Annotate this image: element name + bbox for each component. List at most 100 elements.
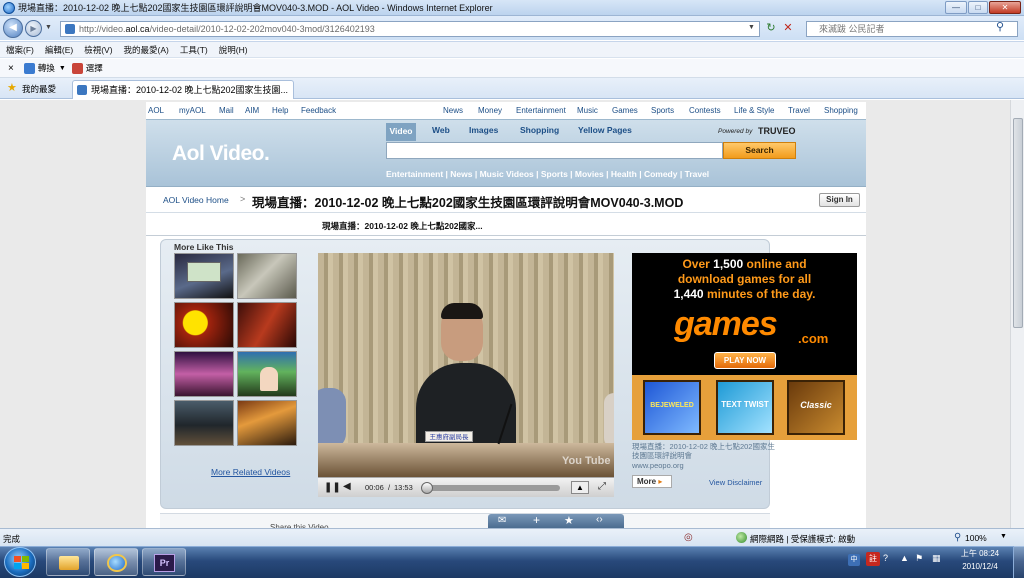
video-source[interactable]: www.peopo.org: [632, 461, 684, 470]
related-thumbnail[interactable]: [174, 351, 234, 397]
taskbar-explorer[interactable]: [46, 548, 90, 576]
embed-icon[interactable]: ‹›: [596, 514, 603, 525]
maximize-button[interactable]: □: [968, 1, 988, 14]
close-button[interactable]: ✕: [989, 1, 1021, 14]
progress-knob[interactable]: [421, 482, 433, 494]
cat-health[interactable]: Health: [611, 169, 637, 179]
nav-aol[interactable]: AOL: [148, 106, 164, 115]
tray-help-icon[interactable]: ?: [883, 553, 888, 563]
related-thumbnail[interactable]: [237, 253, 297, 299]
nav-contests[interactable]: Contests: [689, 106, 721, 115]
zoom-dropdown[interactable]: ▼: [1000, 533, 1007, 540]
toolbar-close-icon[interactable]: ×: [8, 63, 14, 74]
nav-myaol[interactable]: myAOL: [179, 106, 206, 115]
nav-games[interactable]: Games: [612, 106, 638, 115]
vertical-scrollbar[interactable]: [1010, 100, 1024, 528]
security-icon[interactable]: ◎: [684, 532, 693, 543]
search-tab-video[interactable]: Video: [386, 123, 416, 141]
nav-news[interactable]: News: [443, 106, 463, 115]
cat-news[interactable]: News: [450, 169, 472, 179]
tray-flag-icon[interactable]: ⚑: [915, 553, 923, 564]
games-advertisement[interactable]: Over 1,500 online and download games for…: [632, 253, 857, 440]
forward-button[interactable]: ▶: [25, 20, 42, 37]
security-zone-text[interactable]: 網際網路 | 受保護模式: 啟動: [750, 533, 855, 545]
refresh-icon[interactable]: ↻: [763, 21, 779, 37]
video-frame[interactable]: 王惠府副局長 You Tube: [318, 253, 614, 477]
video-search-button[interactable]: Search: [723, 142, 796, 159]
nav-mail[interactable]: Mail: [219, 106, 234, 115]
cat-music-videos[interactable]: Music Videos: [480, 169, 534, 179]
menu-file[interactable]: 檔案(F): [6, 44, 34, 56]
nav-help[interactable]: Help: [272, 106, 288, 115]
related-thumbnail[interactable]: [237, 302, 297, 348]
menu-edit[interactable]: 編輯(E): [45, 44, 73, 56]
tray-date[interactable]: 2010/12/4: [950, 562, 1010, 571]
start-button[interactable]: [4, 547, 36, 577]
cat-sports[interactable]: Sports: [541, 169, 568, 179]
related-thumbnail[interactable]: [174, 302, 234, 348]
browser-tab[interactable]: 現場直播：2010-12-02 晚上七點202國家生技園...: [72, 80, 294, 99]
cat-comedy[interactable]: Comedy: [644, 169, 678, 179]
search-tab-images[interactable]: Images: [469, 125, 498, 135]
translate-dropdown[interactable]: ▼: [59, 65, 66, 72]
nav-life-style[interactable]: Life & Style: [734, 106, 774, 115]
tray-network-icon[interactable]: ▦: [932, 553, 941, 564]
nav-money[interactable]: Money: [478, 106, 502, 115]
cat-entertainment[interactable]: Entertainment: [386, 169, 443, 179]
recent-pages-dropdown[interactable]: ▼: [45, 24, 52, 31]
tray-arrow-icon[interactable]: ▲: [900, 553, 909, 563]
cat-movies[interactable]: Movies: [575, 169, 604, 179]
search-icon[interactable]: ⚲: [996, 20, 1004, 33]
volume-icon[interactable]: ◀: [343, 481, 351, 492]
related-thumbnail[interactable]: [174, 400, 234, 446]
sign-in-button[interactable]: Sign In: [819, 193, 860, 207]
related-thumbnail[interactable]: [237, 351, 297, 397]
add-icon[interactable]: +: [533, 513, 540, 527]
search-tab-web[interactable]: Web: [432, 125, 450, 135]
nav-shopping[interactable]: Shopping: [824, 106, 858, 115]
favorite-star-icon[interactable]: ★: [564, 514, 574, 527]
menu-tools[interactable]: 工具(T): [180, 44, 208, 56]
pause-icon[interactable]: ❚❚: [324, 482, 341, 493]
translate-button[interactable]: 轉換: [38, 62, 55, 74]
view-disclaimer-link[interactable]: View Disclaimer: [709, 478, 762, 487]
scroll-thumb[interactable]: [1013, 118, 1023, 328]
taskbar-internet-explorer[interactable]: [94, 548, 138, 576]
play-now-button[interactable]: PLAY NOW: [714, 352, 776, 369]
address-input[interactable]: http://video.aol.ca/video-detail/2010-12…: [60, 21, 760, 37]
select-button[interactable]: 選擇: [86, 62, 103, 74]
game-tile-text-twist[interactable]: TEXT TWIST: [716, 380, 774, 435]
more-button[interactable]: More ▸: [632, 475, 672, 488]
game-tile-classic[interactable]: Classic: [787, 380, 845, 435]
related-thumbnail[interactable]: [174, 253, 234, 299]
menu-view[interactable]: 檢視(V): [84, 44, 112, 56]
zoom-level[interactable]: 100%: [965, 533, 987, 543]
collapse-icon[interactable]: ▲: [571, 481, 589, 494]
menu-favorites[interactable]: 我的最愛(A): [124, 44, 169, 56]
favorites-button[interactable]: 我的最愛: [22, 83, 56, 95]
email-icon[interactable]: ✉: [498, 515, 506, 526]
nav-aim[interactable]: AIM: [245, 106, 259, 115]
back-button[interactable]: ◀: [3, 18, 23, 38]
nav-entertainment[interactable]: Entertainment: [516, 106, 566, 115]
search-input[interactable]: 來滅跋 公民記者: [806, 21, 1018, 37]
minimize-button[interactable]: —: [945, 1, 967, 14]
related-thumbnail[interactable]: [237, 400, 297, 446]
nav-feedback[interactable]: Feedback: [301, 106, 336, 115]
video-search-input[interactable]: [386, 142, 723, 159]
stop-icon[interactable]: ✕: [780, 21, 796, 37]
address-dropdown[interactable]: ▼: [748, 24, 755, 31]
menu-help[interactable]: 說明(H): [219, 44, 248, 56]
nav-travel[interactable]: Travel: [788, 106, 810, 115]
cat-travel[interactable]: Travel: [685, 169, 710, 179]
game-tile-bejeweled[interactable]: BEJEWELED: [643, 380, 701, 435]
search-tab-shopping[interactable]: Shopping: [520, 125, 559, 135]
tray-input-icon[interactable]: 註: [866, 552, 880, 566]
tray-time[interactable]: 上午 08:24: [950, 548, 1010, 559]
nav-sports[interactable]: Sports: [651, 106, 674, 115]
taskbar-premiere[interactable]: Pr: [142, 548, 186, 576]
breadcrumb-home[interactable]: AOL Video Home: [163, 195, 229, 205]
progress-track[interactable]: [421, 482, 560, 494]
aol-video-logo[interactable]: Aol Video.: [172, 142, 270, 166]
fullscreen-icon[interactable]: ⤢: [598, 481, 606, 492]
